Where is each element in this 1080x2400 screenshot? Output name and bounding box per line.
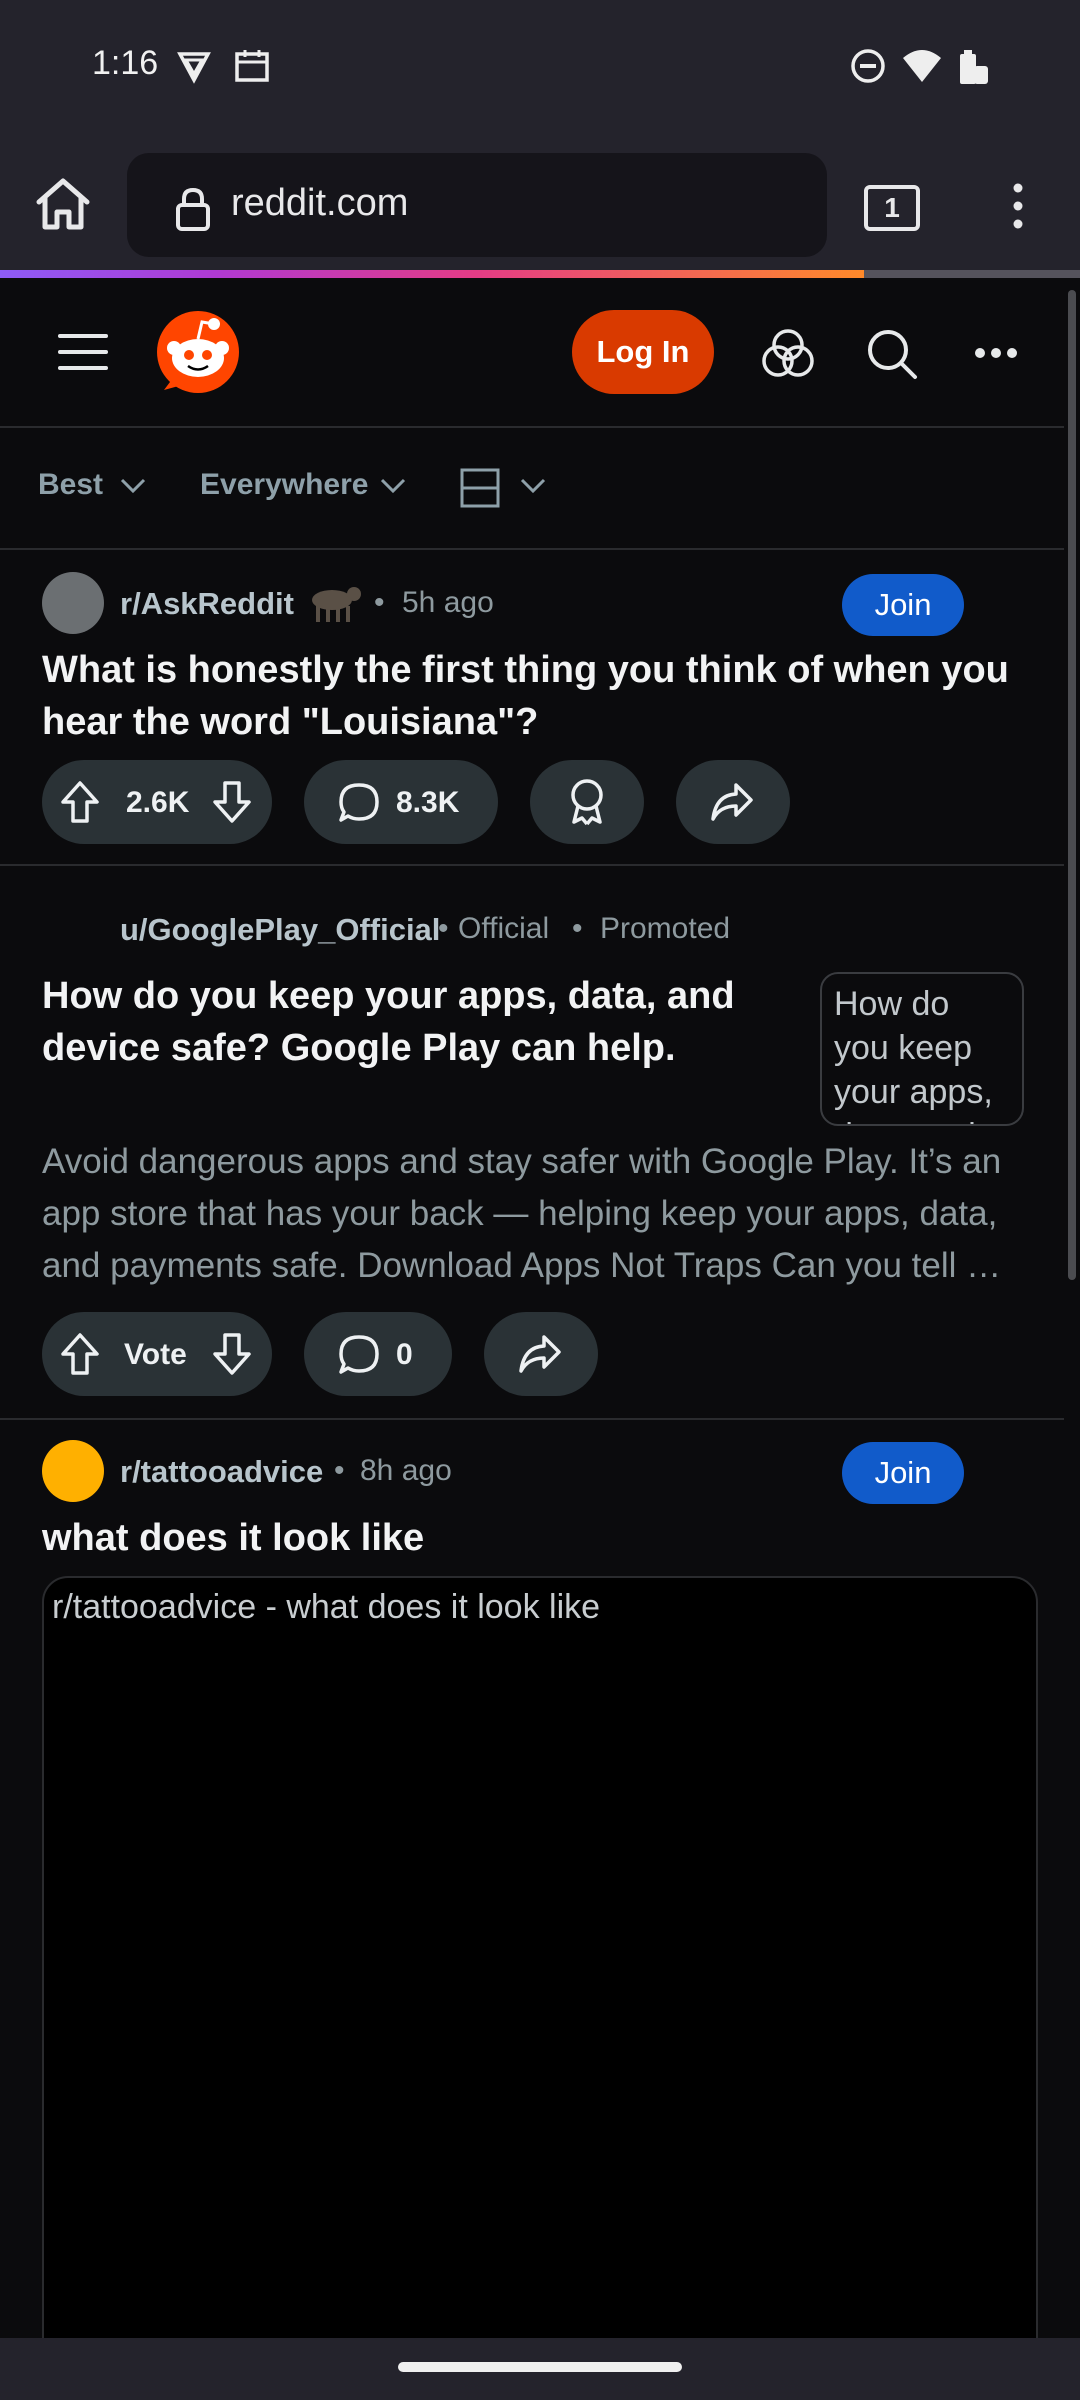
subreddit-name[interactable]: r/tattooadvice — [120, 1454, 323, 1490]
post-author[interactable]: u/GooglePlay_Official — [120, 912, 440, 948]
share-icon — [518, 1334, 562, 1374]
calendar-icon — [234, 48, 270, 84]
comments-button[interactable]: 0 — [304, 1312, 452, 1396]
subreddit-avatar[interactable] — [42, 572, 104, 634]
comment-icon — [338, 782, 380, 824]
post-card[interactable]: r/AskReddit • 5h ago Join What is honest… — [0, 550, 1064, 866]
meta-separator: • — [334, 1454, 345, 1487]
do-not-disturb-icon — [850, 48, 886, 84]
overflow-menu-icon[interactable] — [1012, 182, 1024, 230]
subreddit-avatar[interactable] — [42, 1440, 104, 1502]
post-image[interactable]: r/tattooadvice - what does it look like — [42, 1576, 1038, 2380]
comment-icon — [338, 1334, 380, 1376]
meta-separator: • — [438, 912, 449, 945]
post-time: 8h ago — [360, 1454, 452, 1487]
page-load-progress-track — [864, 270, 1080, 278]
lock-icon — [175, 187, 211, 231]
promoted-post-card[interactable]: u/GooglePlay_Official • Official • Promo… — [0, 866, 1064, 1420]
system-nav-bar — [0, 2338, 1080, 2400]
home-icon[interactable] — [34, 176, 92, 232]
address-bar[interactable]: reddit.com — [127, 153, 827, 257]
award-icon — [568, 778, 606, 826]
status-time: 1:16 — [92, 44, 159, 82]
login-button[interactable]: Log In — [572, 310, 714, 394]
url-text: reddit.com — [231, 182, 409, 224]
hamburger-menu-icon[interactable] — [58, 332, 108, 372]
subreddit-award-icon — [306, 580, 362, 624]
feed-filters: Best Everywhere — [0, 428, 1064, 550]
chevron-down-icon — [520, 478, 546, 494]
upvote-icon[interactable] — [60, 780, 100, 824]
post-time: 5h ago — [402, 586, 494, 619]
meta-separator: • — [572, 912, 583, 945]
post-thumbnail[interactable]: How do you keep your apps, data, and dev… — [820, 972, 1024, 1126]
page-load-progress — [0, 270, 864, 278]
vote-pill: 2.6K — [42, 760, 272, 844]
browser-toolbar: reddit.com 1 — [0, 140, 1080, 270]
join-button[interactable]: Join — [842, 574, 964, 636]
thumbnail-text: How do you keep your apps, data, and dev… — [834, 985, 993, 1124]
comment-count: 0 — [396, 1338, 413, 1371]
chevron-down-icon — [380, 478, 406, 494]
upvote-icon[interactable] — [60, 1332, 100, 1376]
search-icon[interactable] — [866, 328, 918, 380]
communities-icon[interactable] — [762, 328, 814, 378]
official-label: Official — [458, 912, 550, 945]
comment-count: 8.3K — [396, 786, 460, 819]
chevron-down-icon — [120, 478, 146, 494]
battery-icon — [956, 48, 990, 86]
scrollbar-thumb[interactable] — [1068, 290, 1076, 1280]
vote-count: 2.6K — [126, 786, 190, 819]
vote-label: Vote — [124, 1338, 187, 1371]
comments-button[interactable]: 8.3K — [304, 760, 498, 844]
award-button[interactable] — [530, 760, 644, 844]
image-alt-text: r/tattooadvice - what does it look like — [52, 1588, 601, 1626]
post-title[interactable]: What is honestly the first thing you thi… — [42, 644, 1042, 748]
gesture-handle[interactable] — [398, 2362, 682, 2372]
post-title[interactable]: How do you keep your apps, data, and dev… — [42, 970, 812, 1074]
status-bar: 1:16 — [0, 0, 1080, 140]
more-options-icon[interactable] — [974, 346, 1018, 360]
location-label: Everywhere — [200, 468, 369, 501]
promoted-label: Promoted — [600, 912, 731, 945]
downvote-icon[interactable] — [212, 780, 252, 824]
reddit-logo[interactable] — [156, 310, 240, 394]
reddit-header: Log In — [0, 278, 1064, 428]
wifi-icon — [902, 48, 942, 84]
subreddit-name[interactable]: r/AskReddit — [120, 586, 294, 622]
share-button[interactable] — [484, 1312, 598, 1396]
downvote-icon[interactable] — [212, 1332, 252, 1376]
sort-label: Best — [38, 468, 104, 501]
post-body[interactable]: Avoid dangerous apps and stay safer with… — [42, 1136, 1042, 1292]
location-dropdown[interactable]: Everywhere — [200, 468, 368, 502]
post-title[interactable]: what does it look like — [42, 1512, 1042, 1564]
join-button[interactable]: Join — [842, 1442, 964, 1504]
vpn-icon — [176, 48, 212, 84]
tab-switcher-button[interactable]: 1 — [864, 185, 920, 231]
meta-separator: • — [374, 586, 385, 619]
sort-dropdown[interactable]: Best — [38, 468, 103, 502]
vote-pill: Vote — [42, 1312, 272, 1396]
share-button[interactable] — [676, 760, 790, 844]
view-layout-icon[interactable] — [460, 468, 500, 508]
post-card[interactable]: r/tattooadvice • 8h ago Join what does i… — [0, 1420, 1064, 2380]
share-icon — [710, 782, 754, 822]
